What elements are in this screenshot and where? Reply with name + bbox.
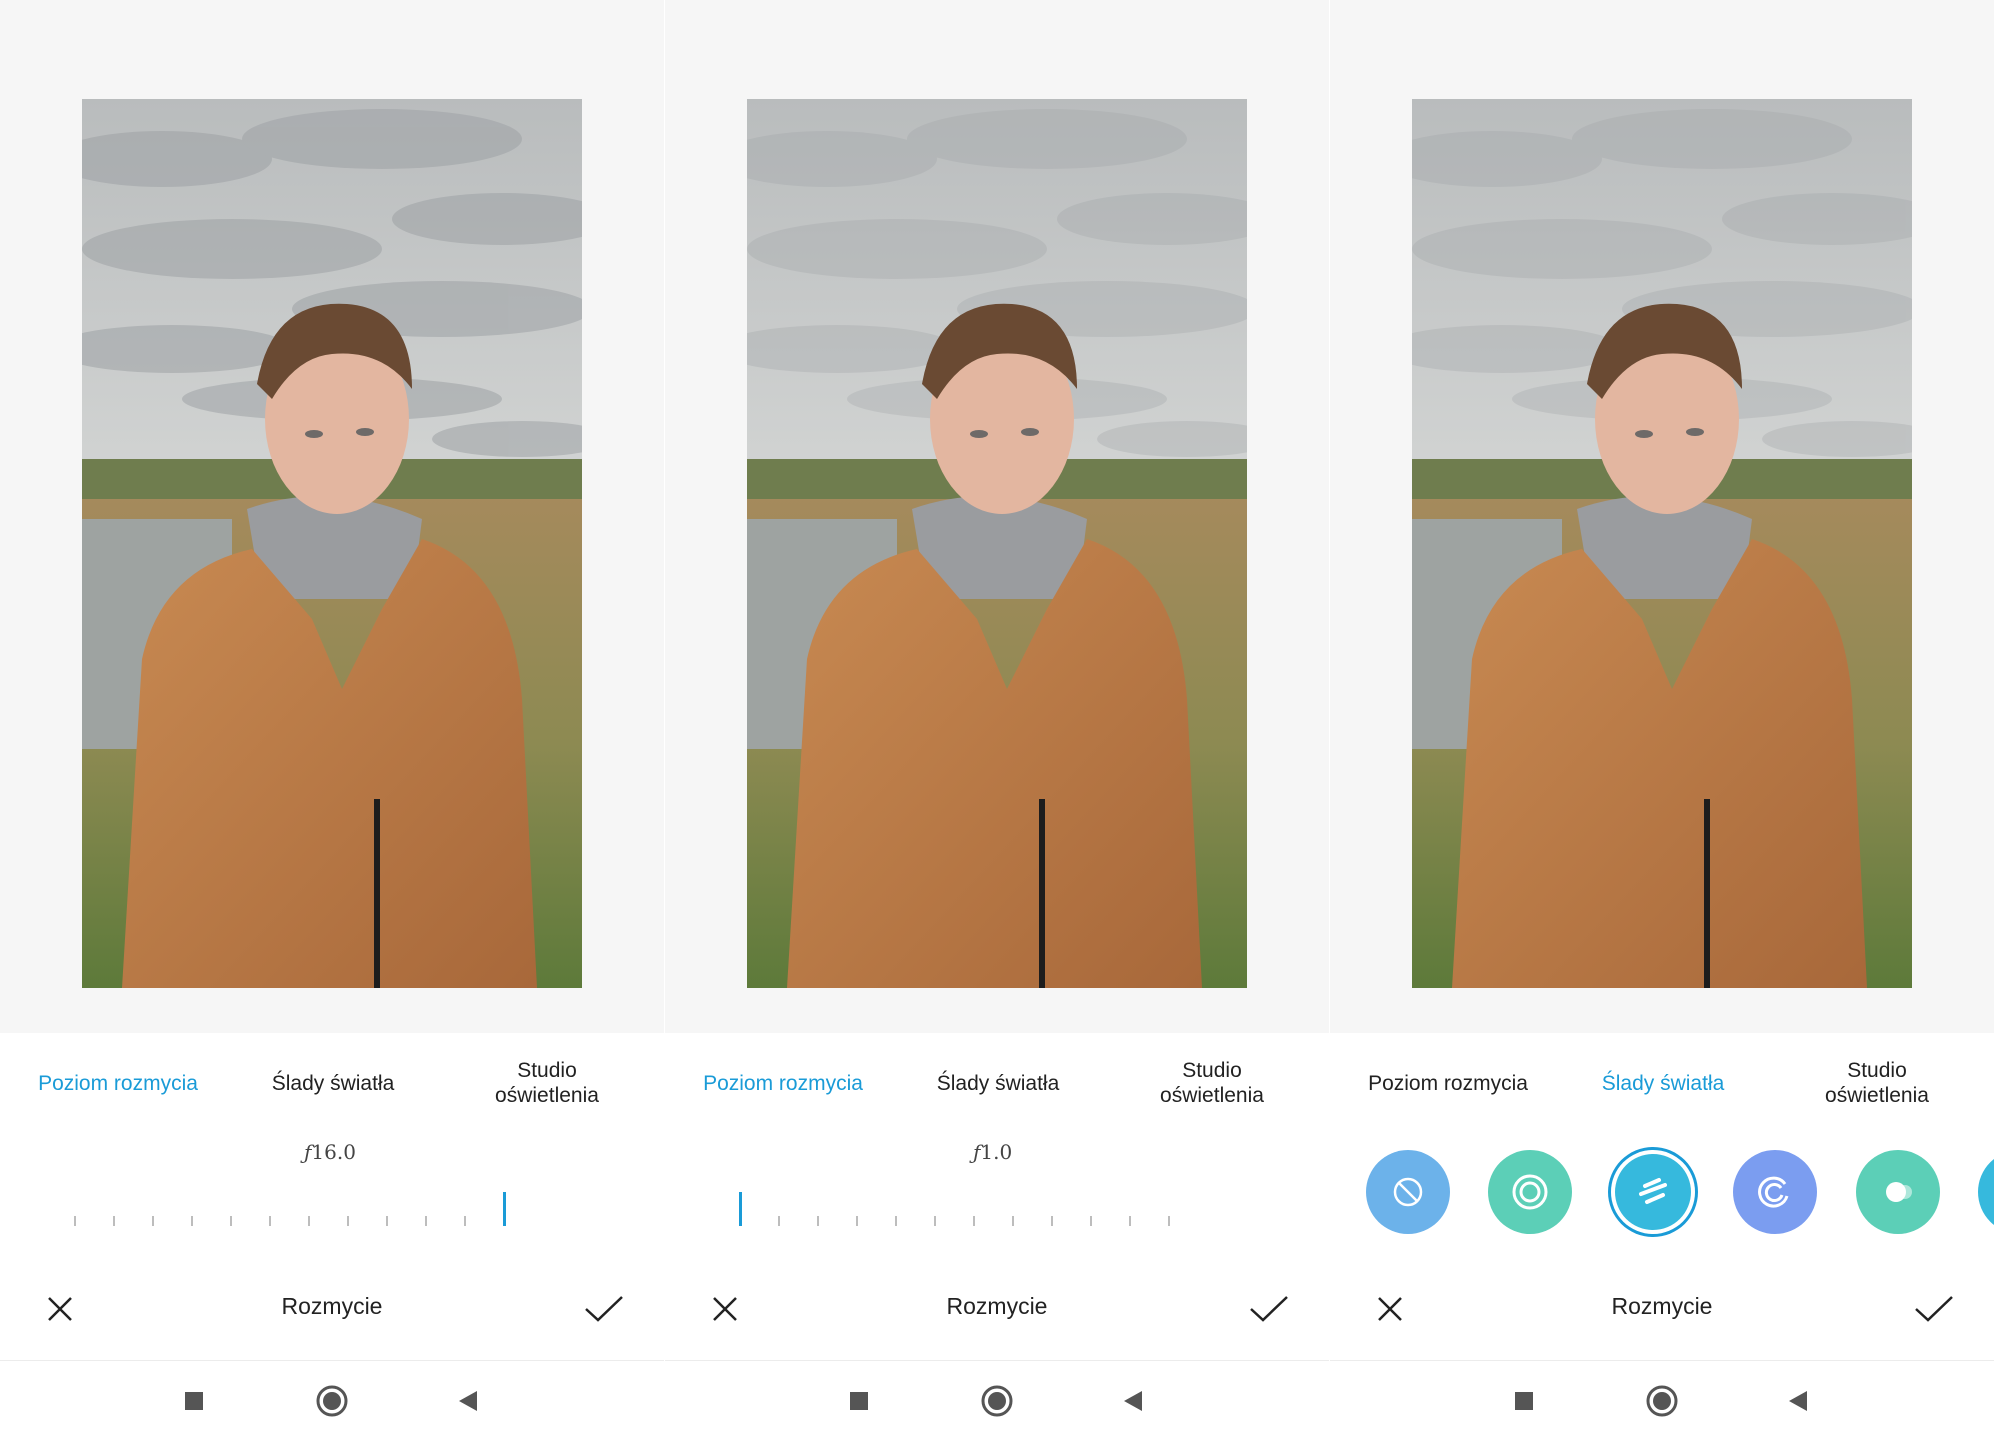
triangle-back-icon bbox=[459, 1391, 477, 1411]
slider-tick bbox=[934, 1216, 936, 1226]
square-icon bbox=[185, 1392, 203, 1410]
square-icon bbox=[850, 1392, 868, 1410]
recent-apps-button[interactable] bbox=[837, 1379, 881, 1423]
off-icon bbox=[1393, 1177, 1423, 1207]
home-button[interactable] bbox=[310, 1379, 354, 1423]
slider-handle[interactable] bbox=[503, 1192, 506, 1226]
bottom-bar: Rozmycie bbox=[0, 1265, 664, 1355]
slider-tick bbox=[1051, 1216, 1053, 1226]
triangle-back-icon bbox=[1124, 1391, 1142, 1411]
effect-dot[interactable] bbox=[1856, 1150, 1940, 1234]
slider-tick bbox=[778, 1216, 780, 1226]
tab-blur-level[interactable]: Poziom rozmycia bbox=[1330, 1033, 1566, 1133]
bottom-bar-title: Rozmycie bbox=[281, 1293, 383, 1319]
effect-partial[interactable] bbox=[1978, 1150, 1994, 1234]
slider-tick bbox=[269, 1216, 271, 1226]
confirm-button[interactable] bbox=[1910, 1285, 1958, 1333]
tab-studio-lighting[interactable]: Studio oświetlenia bbox=[1760, 1033, 1994, 1133]
slider-tick bbox=[347, 1216, 349, 1226]
slider-tick bbox=[113, 1216, 115, 1226]
spiral-icon bbox=[1758, 1176, 1789, 1208]
bottom-bar-title: Rozmycie bbox=[1611, 1293, 1713, 1319]
confirm-button[interactable] bbox=[580, 1285, 628, 1333]
photo-preview-area bbox=[0, 0, 664, 1033]
check-icon bbox=[1915, 1296, 1953, 1322]
confirm-button[interactable] bbox=[1245, 1285, 1293, 1333]
recent-apps-button[interactable] bbox=[172, 1379, 216, 1423]
light-trail-effects bbox=[1330, 1150, 1994, 1240]
home-button[interactable] bbox=[1640, 1379, 1684, 1423]
dot-icon bbox=[1886, 1182, 1912, 1202]
aperture-readout: ƒ16.0 bbox=[304, 1140, 356, 1164]
effect-tabs: Poziom rozmycia Ślady światła Studio ośw… bbox=[1330, 1033, 1994, 1133]
system-nav-bar bbox=[1330, 1361, 1994, 1440]
tab-light-trails[interactable]: Ślady światła bbox=[236, 1033, 430, 1133]
effect-ring[interactable] bbox=[1488, 1150, 1572, 1234]
back-button[interactable] bbox=[1776, 1379, 1820, 1423]
tab-studio-lighting[interactable]: Studio oświetlenia bbox=[430, 1033, 664, 1133]
effect-streaks[interactable] bbox=[1611, 1150, 1695, 1234]
slider-tick bbox=[152, 1216, 154, 1226]
slider-tick bbox=[308, 1216, 310, 1226]
effect-spiral[interactable] bbox=[1733, 1150, 1817, 1234]
check-icon bbox=[1250, 1296, 1288, 1322]
system-nav-bar bbox=[0, 1361, 664, 1440]
tab-studio-lighting[interactable]: Studio oświetlenia bbox=[1095, 1033, 1329, 1133]
circle-icon bbox=[1646, 1385, 1678, 1417]
slider-tick bbox=[1090, 1216, 1092, 1226]
slider-tick bbox=[973, 1216, 975, 1226]
slider-tick bbox=[1012, 1216, 1014, 1226]
square-icon bbox=[1515, 1392, 1533, 1410]
triangle-back-icon bbox=[1789, 1391, 1807, 1411]
tab-light-trails[interactable]: Ślady światła bbox=[901, 1033, 1095, 1133]
bottom-bar-title: Rozmycie bbox=[946, 1293, 1048, 1319]
blur-slider[interactable] bbox=[739, 1192, 1259, 1232]
bottom-bar: Rozmycie bbox=[665, 1265, 1329, 1355]
slider-tick bbox=[1129, 1216, 1131, 1226]
aperture-readout: ƒ1.0 bbox=[973, 1140, 1013, 1164]
slider-tick bbox=[856, 1216, 858, 1226]
circle-icon bbox=[981, 1385, 1013, 1417]
slider-tick bbox=[425, 1216, 427, 1226]
effect-tabs: Poziom rozmycia Ślady światła Studio ośw… bbox=[665, 1033, 1329, 1133]
slider-tick bbox=[191, 1216, 193, 1226]
photo-preview-area bbox=[1330, 0, 1994, 1033]
effect-tabs: Poziom rozmycia Ślady światła Studio ośw… bbox=[0, 1033, 664, 1133]
editor-panel-1: Poziom rozmycia Ślady światła Studio ośw… bbox=[0, 0, 664, 1440]
slider-tick bbox=[895, 1216, 897, 1226]
recent-apps-button[interactable] bbox=[1502, 1379, 1546, 1423]
editor-panel-2: Poziom rozmycia Ślady światła Studio ośw… bbox=[665, 0, 1329, 1440]
slider-tick bbox=[74, 1216, 76, 1226]
slider-tick bbox=[1168, 1216, 1170, 1226]
check-icon bbox=[585, 1296, 623, 1322]
circle-icon bbox=[316, 1385, 348, 1417]
slider-tick bbox=[464, 1216, 466, 1226]
bottom-bar: Rozmycie bbox=[1330, 1265, 1994, 1355]
effect-off[interactable] bbox=[1366, 1150, 1450, 1234]
photo-preview-area bbox=[665, 0, 1329, 1033]
tab-blur-level[interactable]: Poziom rozmycia bbox=[665, 1033, 901, 1133]
slider-tick bbox=[817, 1216, 819, 1226]
slider-tick bbox=[386, 1216, 388, 1226]
streaks-icon bbox=[1639, 1178, 1667, 1204]
tab-blur-level[interactable]: Poziom rozmycia bbox=[0, 1033, 236, 1133]
back-button[interactable] bbox=[446, 1379, 490, 1423]
back-button[interactable] bbox=[1111, 1379, 1155, 1423]
system-nav-bar bbox=[665, 1361, 1329, 1440]
blur-slider[interactable] bbox=[74, 1192, 594, 1232]
slider-tick bbox=[230, 1216, 232, 1226]
editor-panel-3: Poziom rozmycia Ślady światła Studio ośw… bbox=[1330, 0, 1994, 1440]
tab-light-trails[interactable]: Ślady światła bbox=[1566, 1033, 1760, 1133]
portrait-photo bbox=[82, 99, 582, 988]
portrait-photo-light-trails bbox=[1412, 99, 1912, 988]
ring-icon bbox=[1512, 1174, 1548, 1210]
home-button[interactable] bbox=[975, 1379, 1019, 1423]
slider-handle[interactable] bbox=[739, 1192, 742, 1226]
portrait-photo-blurred bbox=[747, 99, 1247, 988]
